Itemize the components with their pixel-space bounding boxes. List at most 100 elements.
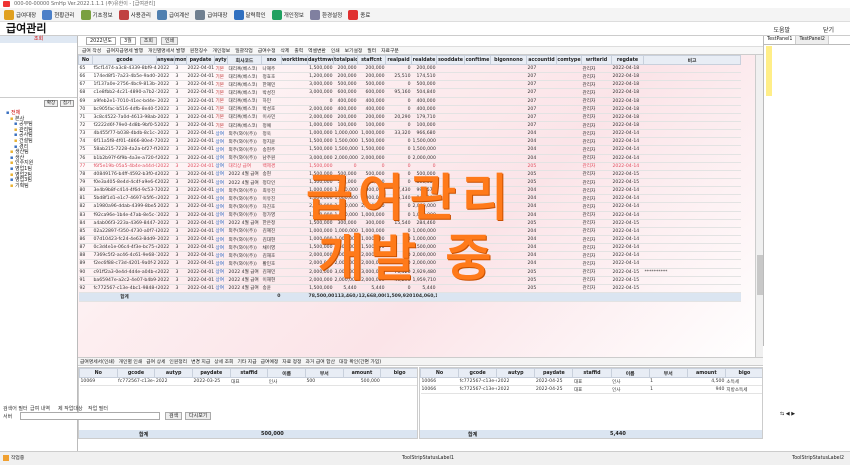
column-header[interactable]: worktime	[281, 55, 308, 65]
collapse-button[interactable]: 접기	[60, 100, 74, 107]
detail-tool-button[interactable]: 인원정리	[169, 358, 187, 365]
grid-tool-button[interactable]: 인쇄	[331, 47, 340, 54]
table-row[interactable]: 76b1b2b97f-6f9b-4a3e-a720-f84e2202232022…	[78, 154, 741, 163]
footer-reset-button[interactable]: 다시보기	[185, 412, 212, 420]
table-row[interactable]: 70bc905fac-b516-4dfb-8e40-55279202232022…	[78, 105, 741, 114]
column-header[interactable]: 비고	[643, 55, 741, 65]
table-row[interactable]: 803e4b9b8f-c414-4f6d-9c53-76e02b20223202…	[78, 186, 741, 196]
toolbar-button[interactable]: 급여대장	[2, 9, 38, 21]
table-row[interactable]: 92fc772567-c13e-4bc1-9848-0a52bf20223202…	[78, 284, 741, 293]
toolbar-button[interactable]: 기초정보	[79, 9, 115, 21]
grid-scrollbar[interactable]	[755, 55, 763, 357]
column-header[interactable]: autyp	[154, 368, 193, 378]
detail-tool-button[interactable]: 대장 확인(간편 가입)	[339, 358, 381, 365]
grid-tool-button[interactable]: 엑셀변환	[308, 47, 326, 54]
table-row[interactable]: 91ba65947e-a2c2-4e07-b4b9-e05c8202232022…	[78, 276, 741, 285]
detail-tool-button[interactable]: 상세 조회	[214, 358, 233, 365]
search-button[interactable]: 조회	[139, 37, 157, 45]
footer-search-input[interactable]	[20, 412, 160, 420]
grid-tool-button[interactable]: 출력	[294, 47, 303, 54]
table-row[interactable]: 66174ed8f1-7a23-4b5e-9ad0-ff804842022320…	[78, 72, 741, 82]
table-row[interactable]: 84a4ab06f3-223a-4369-8447-41f7f202232022…	[78, 219, 741, 228]
help-button[interactable]: 도움말	[773, 25, 790, 34]
column-header[interactable]: aytype	[214, 55, 228, 65]
column-header[interactable]: mon	[174, 55, 187, 65]
column-header[interactable]: 부서	[304, 368, 344, 378]
close-button[interactable]: 닫기	[823, 25, 834, 34]
column-header[interactable]: regdate	[611, 55, 644, 65]
table-row[interactable]: 10066fc772567-c13e-4bc1-9848-0a52bf20222…	[420, 385, 762, 394]
table-row[interactable]: 870c3d4e1e-06c4-4f3e-bc75-45ca202232022-…	[78, 243, 741, 253]
table-row[interactable]: 65f5cf1474-a3c8-4339-8bf9-4c7f202232022-…	[78, 64, 741, 74]
column-header[interactable]: comtype	[556, 55, 582, 65]
table-row[interactable]: 75 58ab215-7228-4a2a-bf27-f6f0 2022 3 2022-0…	[78, 145, 741, 155]
detail-tool-button[interactable]: 과거 급여 합산	[305, 358, 335, 365]
table-row[interactable]: 89f2ec6f88-c73d-4201-9a0f-21b85202232022…	[78, 259, 741, 269]
grid-tool-button[interactable]: 급여지급명세 발행	[106, 47, 143, 54]
grid-tool-button[interactable]: 원천징수	[190, 47, 208, 54]
toolbar-button[interactable]: 급여계산	[155, 9, 191, 21]
column-header[interactable]: dayttmwork	[307, 55, 334, 65]
table-row[interactable]: 887369c5f2-ac46-4c61-9e68-1d61202232022-…	[78, 251, 741, 261]
column-header[interactable]: amount	[342, 368, 382, 378]
detail-tool-button[interactable]: 자료 정정	[282, 358, 301, 365]
tab-testpanel1[interactable]: TestPanel1	[764, 36, 797, 44]
column-header[interactable]: autyp	[496, 368, 536, 378]
column-header[interactable]: sooddate	[436, 55, 465, 65]
detail-tool-button[interactable]: 개인별 인쇄	[119, 358, 143, 365]
table-row[interactable]: 68c1e8fbb2-4c21-4890-a7b2-52e0b172022320…	[78, 88, 741, 98]
column-header[interactable]: 회사코드	[227, 55, 262, 65]
table-row[interactable]: 746f11a5f8-4f01-4866-80e4-7f89c202232022…	[78, 137, 741, 147]
column-header[interactable]: staffid	[572, 368, 612, 378]
column-header[interactable]: staffid	[229, 368, 269, 378]
column-header[interactable]: sno	[261, 55, 282, 65]
table-row[interactable]: 671f137a0e-2756-4bc9-813b-4f3d8b02022320…	[78, 80, 741, 90]
column-header[interactable]: paydate	[534, 368, 574, 378]
table-row[interactable]: 79f0e3a405-8e4d-4c4f-a9e6-6c00e320223202…	[78, 178, 741, 188]
grid-tool-button[interactable]: 일괄작업	[235, 47, 253, 54]
column-header[interactable]: accountid	[526, 55, 557, 65]
detail-tool-button[interactable]: 급여명세서(인쇄)	[80, 358, 115, 365]
column-header[interactable]: bigo	[380, 368, 417, 378]
print-button[interactable]: 인쇄	[160, 37, 179, 45]
column-header[interactable]: realdate	[411, 55, 437, 65]
column-header[interactable]: 이름	[267, 368, 306, 378]
table-row[interactable]: 69a9feb2e1-7010-41ec-bd4e-1eb1f0c2022320…	[78, 97, 741, 106]
toolbar-button[interactable]: 개인정보	[270, 9, 306, 21]
column-header[interactable]: writerid	[581, 55, 612, 65]
column-header[interactable]: bigonnono	[490, 55, 527, 65]
detail-tool-button[interactable]: 급여예정	[261, 358, 279, 365]
column-header[interactable]: No	[420, 368, 460, 378]
table-row[interactable]: 10066fc772567-c13e-4bc1-9848-0a52bf20222…	[420, 377, 762, 386]
column-header[interactable]: gcode	[116, 368, 156, 378]
column-header[interactable]: anyear	[156, 55, 175, 65]
grid-tool-button[interactable]: 개인정보	[213, 47, 231, 54]
detail-tool-button[interactable]: 변경 지급	[191, 358, 210, 365]
column-header[interactable]: No	[79, 368, 118, 378]
column-header[interactable]: gcode	[458, 368, 498, 378]
pagination-arrows[interactable]: ⇆ ◀ ▶	[780, 411, 795, 417]
column-header[interactable]: gcode	[92, 55, 157, 65]
table-row[interactable]: 815bd8f1d1-e1c7-4697-b5f6-d4c03b20223202…	[78, 194, 741, 204]
tab-testpanel2[interactable]: TestPanel2	[796, 36, 829, 44]
grid-tool-button[interactable]: 필터	[367, 47, 376, 54]
column-header[interactable]: 부서	[648, 368, 688, 378]
table-row[interactable]: 72f2222d6f-79e0-4d8b-9bf0-53636202232022…	[78, 121, 741, 131]
column-header[interactable]: paydate	[191, 368, 231, 378]
column-header[interactable]: 이름	[610, 368, 650, 378]
column-header[interactable]: staffcnt	[357, 55, 386, 65]
table-row[interactable]: 90c91ff2a3-0e4d-4d4e-a04b-e83202232022-0…	[78, 268, 741, 277]
table-row[interactable]: 83f92ca96e-1b4e-47ab-8e5c-118c2120223202…	[78, 211, 741, 220]
column-header[interactable]: No	[78, 55, 93, 65]
year-select[interactable]: 2022년도	[86, 37, 116, 45]
column-header[interactable]: amount	[686, 368, 726, 378]
grid-tool-button[interactable]: 삭제	[281, 47, 290, 54]
payroll-grid[interactable]: Nogcodeanyearmonpaydateaytype회사코드snowork…	[78, 55, 755, 357]
detail-tool-button[interactable]: 기타 지급	[237, 358, 256, 365]
table-row[interactable]: 78d0849176-b4ff-4592-b3f0-d25d9202232022…	[78, 170, 741, 179]
grid-tool-button[interactable]: 급여 작성	[82, 47, 101, 54]
toolbar-button[interactable]: 환경설정	[308, 9, 344, 21]
left-panel-search-area[interactable]	[0, 43, 77, 98]
toolbar-button[interactable]: 급여대장	[193, 9, 229, 21]
column-header[interactable]: bigo	[724, 368, 762, 378]
